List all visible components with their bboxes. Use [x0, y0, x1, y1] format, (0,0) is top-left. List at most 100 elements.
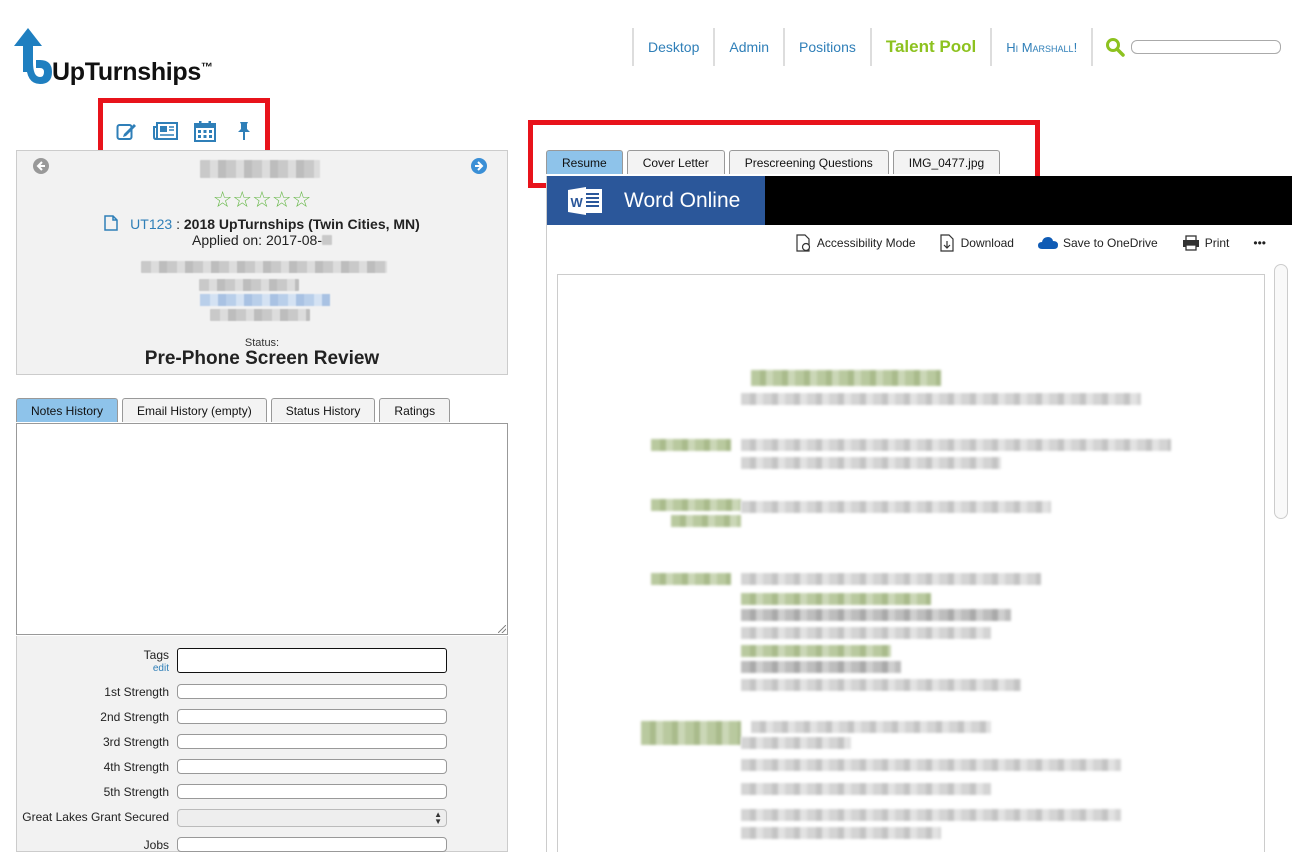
strength-5-input[interactable] — [177, 784, 447, 799]
search-input[interactable] — [1131, 40, 1282, 54]
strength-4-label: 4th Strength — [103, 760, 169, 774]
resume-text-line — [751, 721, 991, 733]
candidate-fields: Tags edit 1st Strength 2nd Strength 3rd … — [16, 636, 508, 852]
logo-arrow-icon — [14, 28, 52, 84]
newspaper-icon[interactable] — [153, 120, 179, 142]
status-value: Pre-Phone Screen Review — [144, 348, 380, 369]
strength-2-label: 2nd Strength — [100, 710, 169, 724]
strength-2-input[interactable] — [177, 709, 447, 724]
resume-text-line — [741, 827, 941, 839]
nav-admin[interactable]: Admin — [713, 28, 783, 66]
strength-1-label: 1st Strength — [104, 685, 169, 699]
top-nav: Desktop Admin Positions Talent Pool Hi M… — [632, 28, 1282, 66]
tab-notes-history[interactable]: Notes History — [16, 398, 119, 422]
resume-section-heading — [641, 721, 741, 745]
applied-date: Applied on: 2017-08- — [17, 232, 507, 248]
contact-redacted-2 — [199, 279, 299, 291]
candidate-card: ☆☆☆☆☆ UT123 : 2018 UpTurnships (Twin Cit… — [16, 150, 508, 375]
resume-name-redacted — [751, 370, 941, 386]
prev-candidate-icon[interactable] — [33, 158, 49, 174]
next-candidate-icon[interactable] — [471, 158, 487, 174]
strength-3-label: 3rd Strength — [102, 735, 169, 749]
resume-text-line — [741, 737, 851, 749]
candidate-name-redacted — [200, 160, 320, 178]
tags-label: Tags — [143, 648, 169, 662]
resume-section-heading — [651, 439, 731, 451]
resume-text-line — [741, 627, 991, 639]
search-icon[interactable] — [1105, 37, 1125, 57]
print-icon — [1182, 235, 1199, 251]
save-to-onedrive-button[interactable]: Save to OneDrive — [1037, 236, 1158, 250]
edit-icon[interactable] — [114, 120, 140, 142]
resume-document-page — [557, 274, 1265, 852]
position-code-link[interactable]: UT123 — [130, 216, 172, 232]
tags-input[interactable] — [177, 648, 447, 673]
tab-cover-letter[interactable]: Cover Letter — [626, 150, 725, 174]
resume-text-line — [741, 679, 1021, 691]
resume-text-line — [741, 759, 1121, 771]
contact-redacted-1 — [141, 261, 387, 273]
word-header-bar: W Word Online — [547, 176, 1292, 225]
contact-redacted-3 — [210, 309, 310, 321]
download-icon — [940, 234, 954, 252]
resume-text-line — [741, 501, 1051, 513]
nav-desktop[interactable]: Desktop — [632, 28, 713, 66]
resume-text-line — [741, 661, 901, 673]
accessibility-icon — [796, 234, 811, 252]
resume-text-line — [741, 809, 1121, 821]
upturnships-logo[interactable]: UpTurnships™ — [14, 28, 254, 90]
print-button[interactable]: Print — [1182, 235, 1229, 251]
jobs-input[interactable] — [177, 837, 447, 852]
position-line: UT123 : 2018 UpTurnships (Twin Cities, M… — [17, 215, 507, 232]
resume-text-line — [741, 573, 1041, 585]
resume-subheading — [741, 645, 891, 657]
tab-img-attachment[interactable]: IMG_0477.jpg — [892, 150, 1001, 174]
strength-4-input[interactable] — [177, 759, 447, 774]
word-logo-icon: W — [568, 186, 602, 215]
grant-select[interactable]: ▲ ▼ — [177, 809, 447, 827]
document-scrollbar[interactable] — [1274, 264, 1288, 519]
tab-email-history[interactable]: Email History (empty) — [122, 398, 267, 422]
document-icon — [104, 215, 118, 231]
email-redacted[interactable] — [200, 294, 330, 306]
word-brand[interactable]: W Word Online — [547, 176, 765, 225]
resize-handle[interactable] — [498, 625, 506, 633]
resume-section-heading — [651, 573, 731, 585]
grant-label: Great Lakes Grant Secured — [22, 810, 169, 824]
strength-5-label: 5th Strength — [103, 785, 169, 799]
nav-positions[interactable]: Positions — [783, 28, 870, 66]
more-options-button[interactable]: ••• — [1253, 236, 1266, 250]
document-tabs: Resume Cover Letter Prescreening Questio… — [546, 150, 1001, 174]
resume-section-heading — [651, 499, 741, 511]
tags-edit-link[interactable]: edit — [153, 663, 169, 674]
logo-text: UpTurnships™ — [52, 58, 213, 86]
resume-text-line — [741, 609, 1011, 621]
onedrive-cloud-icon — [1037, 237, 1058, 249]
resume-subheading — [741, 593, 931, 605]
strength-1-input[interactable] — [177, 684, 447, 699]
nav-talent-pool[interactable]: Talent Pool — [869, 28, 990, 66]
calendar-icon[interactable] — [192, 120, 218, 142]
download-button[interactable]: Download — [940, 234, 1014, 252]
word-title: Word Online — [624, 188, 741, 212]
position-title: 2018 UpTurnships (Twin Cities, MN) — [183, 216, 420, 232]
tab-prescreening-questions[interactable]: Prescreening Questions — [728, 150, 889, 174]
nav-user-greeting[interactable]: Hi Marshall! — [990, 28, 1091, 66]
notes-textarea[interactable] — [16, 423, 508, 635]
resume-text-line — [741, 439, 1171, 451]
rating-stars[interactable]: ☆☆☆☆☆ — [17, 187, 507, 213]
pin-icon[interactable] — [231, 120, 257, 142]
tab-status-history[interactable]: Status History — [270, 398, 376, 422]
search-area — [1091, 28, 1282, 66]
candidate-toolbar — [114, 120, 257, 142]
accessibility-mode-button[interactable]: Accessibility Mode — [796, 234, 916, 252]
tab-resume[interactable]: Resume — [546, 150, 623, 174]
history-tabs: Notes History Email History (empty) Stat… — [16, 398, 451, 422]
tab-ratings[interactable]: Ratings — [379, 398, 451, 422]
resume-text-line — [741, 457, 1001, 469]
word-toolbar: Accessibility Mode Download Save to OneD… — [796, 234, 1266, 252]
more-icon: ••• — [1253, 236, 1266, 250]
strength-3-input[interactable] — [177, 734, 447, 749]
word-online-viewer: W Word Online Accessibility Mode Downloa… — [546, 176, 1292, 852]
svg-text:W: W — [571, 195, 584, 210]
